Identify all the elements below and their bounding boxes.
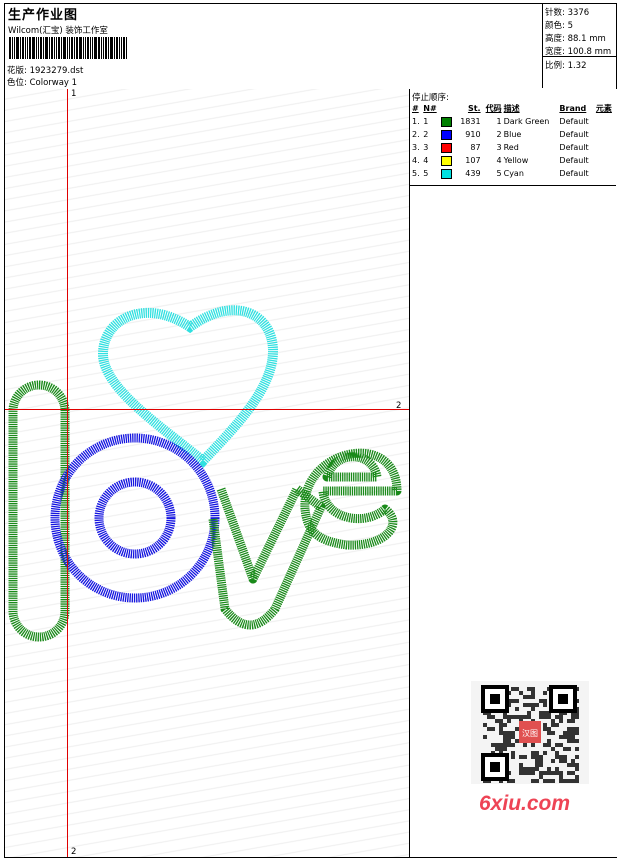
cell-code: 2 — [496, 130, 502, 139]
table-row: 2. 2 910 2 Blue Default — [411, 128, 616, 141]
cell-desc: Blue — [503, 130, 522, 139]
colorway-row: 色位: Colorway 1 — [7, 76, 77, 88]
colorway-value: Colorway 1 — [29, 78, 78, 88]
color-swatch — [441, 142, 453, 153]
cell-brand: Default — [559, 156, 589, 165]
cell-swatch — [440, 115, 455, 128]
header: 生产作业图 Wilcom(汇宝) 装饰工作室 花版: 1923279.dst 色… — [5, 4, 617, 90]
cell-st: 107 — [465, 156, 481, 165]
cell-n: 5 — [423, 169, 429, 178]
cell-desc: Red — [503, 143, 519, 152]
vertical-guide — [67, 89, 68, 857]
table-row: 5. 5 439 5 Cyan Default — [411, 167, 616, 180]
cell-st: 439 — [465, 169, 481, 178]
horizontal-guide — [5, 409, 409, 410]
cell-code: 5 — [496, 169, 502, 178]
stats-divider — [543, 56, 617, 57]
colorway-label: 色位: — [7, 78, 27, 88]
col-hash: # — [412, 104, 419, 113]
stat-stitches: 针数: 3376 — [545, 8, 590, 18]
page-title: 生产作业图 — [8, 8, 79, 23]
guide-label-right: 2 — [396, 401, 402, 411]
stats-box: 针数: 3376 颜色: 5 高度: 88.1 mm 宽度: 100.8 mm … — [542, 4, 617, 88]
cell-desc: Yellow — [503, 156, 529, 165]
cell-element — [595, 115, 616, 128]
cell-st: 910 — [465, 130, 481, 139]
color-swatch — [441, 168, 453, 179]
cell-n: 4 — [423, 156, 429, 165]
cell-st: 87 — [470, 143, 481, 152]
cell-st: 1831 — [460, 117, 481, 126]
qr-code-graphic: 汉图 — [481, 685, 579, 783]
guide-label-top: 1 — [71, 89, 77, 99]
col-stitches: St. — [467, 104, 481, 113]
design-file-label: 花版: — [7, 66, 27, 76]
table-row: 4. 4 107 4 Yellow Default — [411, 154, 616, 167]
cell-idx: 4. — [412, 156, 420, 165]
production-sheet: 生产作业图 Wilcom(汇宝) 装饰工作室 花版: 1923279.dst 色… — [4, 3, 617, 858]
cell-swatch — [440, 141, 455, 154]
cell-brand: Default — [559, 130, 589, 139]
col-desc: 描述 — [503, 104, 520, 113]
cell-brand: Default — [559, 117, 589, 126]
color-swatch — [441, 155, 453, 166]
cell-brand: Default — [559, 169, 589, 178]
cell-idx: 2. — [412, 130, 420, 139]
cell-element — [595, 128, 616, 141]
letter-e — [300, 448, 402, 550]
cell-element — [595, 141, 616, 154]
letter-v — [208, 484, 326, 630]
cell-desc: Cyan — [503, 169, 524, 178]
table-header-row: # N# St. 代码 描述 Brand 元素 — [411, 102, 616, 115]
stat-scale: 比例: 1.32 — [545, 61, 587, 71]
cell-swatch — [440, 167, 455, 180]
letter-o-outer — [50, 433, 220, 603]
design-file-row: 花版: 1923279.dst — [7, 64, 83, 76]
cell-desc: Dark Green — [503, 117, 550, 126]
col-swatch — [440, 102, 455, 115]
col-brand: Brand — [559, 104, 587, 113]
color-swatch — [441, 129, 453, 140]
col-element: 元素 — [595, 104, 612, 113]
barcode — [9, 37, 147, 59]
stat-colors: 颜色: 5 — [545, 21, 573, 31]
table-row: 3. 3 87 3 Red Default — [411, 141, 616, 154]
studio-name: Wilcom(汇宝) 装饰工作室 — [8, 26, 108, 36]
qr-code: 汉图 — [471, 681, 589, 784]
table-row: 1. 1 1831 1 Dark Green Default — [411, 115, 616, 128]
cell-swatch — [440, 154, 455, 167]
guide-label-bottom: 2 — [71, 847, 77, 857]
col-n: N# — [423, 104, 437, 113]
cell-code: 1 — [496, 117, 502, 126]
cell-brand: Default — [559, 143, 589, 152]
cell-n: 1 — [423, 117, 429, 126]
cell-idx: 3. — [412, 143, 420, 152]
stat-height: 高度: 88.1 mm — [545, 34, 606, 44]
cell-idx: 1. — [412, 117, 420, 126]
stop-sequence-table: # N# St. 代码 描述 Brand 元素 1. 1 1831 1 Dark Gre… — [411, 102, 616, 180]
cell-n: 3 — [423, 143, 429, 152]
design-canvas: 1 2 2 — [5, 89, 409, 857]
cell-element — [595, 154, 616, 167]
cell-code: 3 — [496, 143, 502, 152]
design-file-value: 1923279.dst — [29, 66, 84, 76]
cell-swatch — [440, 128, 455, 141]
col-code: 代码 — [485, 104, 502, 113]
cell-n: 2 — [423, 130, 429, 139]
cell-element — [595, 167, 616, 180]
embroidery-design — [8, 305, 402, 642]
color-swatch — [441, 116, 453, 127]
stop-table-divider — [410, 185, 616, 186]
letter-o-inner — [94, 477, 176, 559]
cell-idx: 5. — [412, 169, 420, 178]
qr-stamp-text: 汉图 — [522, 729, 538, 738]
watermark: 6xiu.com — [479, 792, 571, 815]
cell-code: 4 — [496, 156, 502, 165]
